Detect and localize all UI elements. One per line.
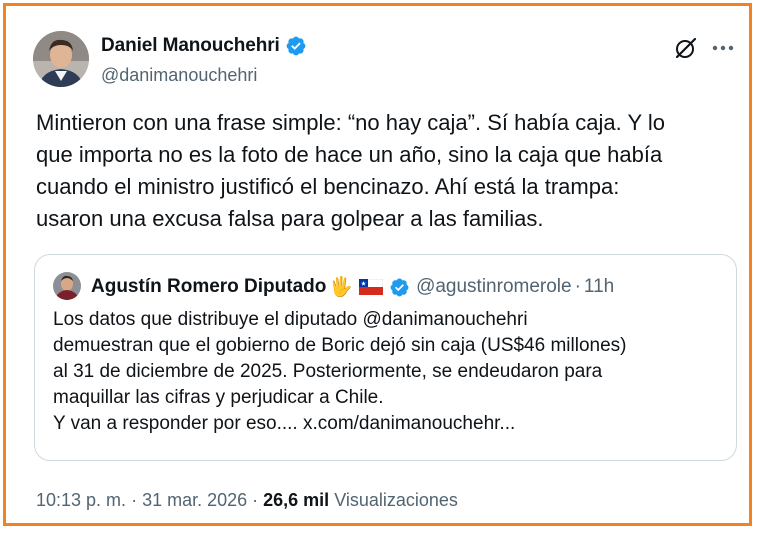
tweet-text: Mintieron con una frase simple: “no hay …: [36, 110, 665, 231]
quoted-timestamp[interactable]: 11h: [584, 276, 614, 298]
tweet-meta: 10:13 p. m. · 31 mar. 2026 · 26,6 mil Vi…: [36, 490, 458, 511]
quoted-author-name[interactable]: Agustín Romero Diputado: [91, 276, 326, 298]
quoted-header: Agustín Romero Diputado 🖐 @agustinromero…: [91, 275, 614, 299]
author-name-row[interactable]: Daniel Manouchehri: [101, 35, 307, 57]
separator-dot: ·: [131, 490, 138, 510]
author-name[interactable]: Daniel Manouchehri: [101, 35, 280, 57]
grok-icon[interactable]: [674, 36, 698, 60]
separator-dot: ·: [252, 490, 259, 510]
views-count[interactable]: 26,6 mil: [263, 490, 329, 511]
separator-dot: ·: [574, 276, 581, 297]
views-label[interactable]: Visualizaciones: [334, 490, 458, 511]
author-handle[interactable]: @danimanouchehri: [101, 65, 257, 86]
chile-flag-icon: [359, 279, 384, 295]
quoted-tweet[interactable]: Agustín Romero Diputado 🖐 @agustinromero…: [34, 254, 737, 461]
more-icon[interactable]: [712, 44, 734, 52]
quoted-author-avatar[interactable]: [53, 272, 81, 300]
quoted-author-handle[interactable]: @agustinromerole: [416, 276, 572, 298]
tweet-date[interactable]: 31 mar. 2026: [142, 490, 247, 511]
tweet-time[interactable]: 10:13 p. m.: [36, 490, 126, 511]
verified-badge-icon: [286, 36, 306, 56]
verified-badge-icon: [390, 278, 409, 296]
author-avatar[interactable]: [33, 31, 89, 87]
raised-hand-emoji: 🖐: [329, 277, 354, 298]
quoted-text: Los datos que distribuye el diputado @da…: [53, 309, 627, 434]
tweet-card: Daniel Manouchehri @danimanouchehri Mint…: [3, 3, 752, 526]
